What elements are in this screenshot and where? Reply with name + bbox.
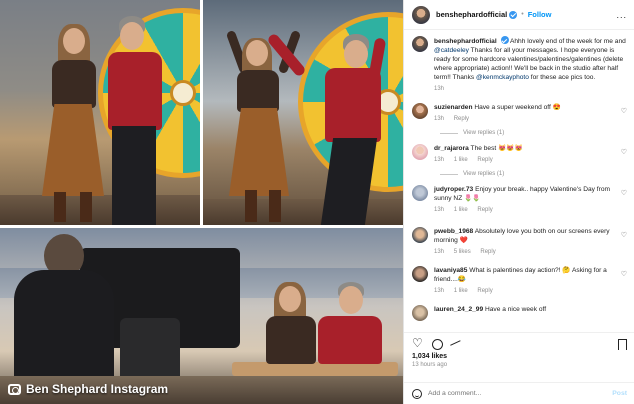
verified-badge-icon [509,10,518,19]
comments-list[interactable]: benshephardofficial Ahhh lovely end of t… [404,30,634,349]
comment-username[interactable]: lavaniya85 [434,267,467,274]
comment-likes[interactable]: 1 like [454,207,468,213]
like-comment-heart-icon[interactable]: ♡ [621,189,627,197]
comment-username[interactable]: dr_rajarora [434,145,469,152]
post-caption: benshephardofficial Ahhh lovely end of t… [412,36,627,94]
comment-username[interactable]: pwebb_1968 [434,228,473,235]
camera-icon [8,383,21,395]
caption-time: 13h [434,86,445,92]
caption-username[interactable]: benshephardofficial [434,38,497,45]
reply-button[interactable]: Reply [454,116,469,122]
avatar[interactable] [412,185,428,201]
like-comment-heart-icon[interactable]: ♡ [621,107,627,115]
comment-likes[interactable]: 1 like [454,288,468,294]
more-options-icon[interactable]: ... [616,10,627,20]
likes-count[interactable]: 1,034 likes [404,351,634,360]
avatar[interactable] [412,266,428,282]
caption-text: Ahhh lovely end of the week for me and [509,38,626,45]
comment-item: suzienarden Have a super weekend off 😍 1… [412,103,627,124]
avatar[interactable] [412,36,428,52]
comment-item: dr_rajarora The best 😻😻😻 13h 1 like Repl… [412,144,627,165]
avatar[interactable] [412,227,428,243]
comment-item: pwebb_1968 Absolutely love you both on o… [412,227,627,257]
photo-collage: Ben Shephard Instagram [0,0,403,404]
comment-item: judyroper.73 Enjoy your break.. happy Va… [412,185,627,215]
comment-text: Have a nice week off [484,306,547,313]
comment-time: 13h [434,288,445,294]
studio-desk [232,362,398,376]
like-comment-heart-icon[interactable]: ♡ [621,270,627,278]
comment-likes[interactable]: 1 like [454,157,468,163]
post-header: benshephardofficial • Follow ... [404,0,634,30]
header-username[interactable]: benshephardofficial [436,10,507,19]
comment-username[interactable]: lauren_24_2_99 [434,306,483,313]
comment-item: lavaniya85 What is palentines day action… [412,266,627,296]
reply-button[interactable]: Reply [477,288,492,294]
comment-time: 13h [434,116,445,122]
separator-dot: • [521,11,524,18]
photo-presenters-wheel-1 [0,0,200,225]
photo-presenters-wheel-2 [203,0,403,225]
reply-button[interactable]: Reply [480,249,495,255]
emoji-smile-icon[interactable] [412,388,422,399]
like-heart-icon[interactable] [412,336,423,350]
view-replies-button[interactable]: View replies (1) [440,171,627,177]
comment-likes[interactable]: 5 likes [454,249,471,255]
bookmark-icon[interactable] [618,339,627,350]
comment-text: Have a super weekend off 😍 [474,104,561,111]
avatar[interactable] [412,305,428,321]
like-comment-heart-icon[interactable]: ♡ [621,231,627,239]
follow-button[interactable]: Follow [528,10,552,19]
photo-credit-text: Ben Shephard Instagram [26,382,169,396]
photo-studio-camera [0,228,403,404]
view-replies-button[interactable]: View replies (1) [440,130,627,136]
comment-time: 13h [434,249,445,255]
comment-item: lauren_24_2_99 Have a nice week off [412,305,627,321]
photo-credit-caption: Ben Shephard Instagram [8,382,168,396]
comment-username[interactable]: suzienarden [434,104,472,111]
post-comment-button[interactable]: Post [612,390,627,397]
mention-link[interactable]: @kenmckayphoto [476,74,529,81]
caption-text: for these ace pics too. [528,74,596,81]
comment-time: 13h [434,207,445,213]
comment-text: The best 😻😻😻 [470,145,523,152]
post-timestamp: 13 hours ago [412,362,448,368]
reply-button[interactable]: Reply [477,157,492,163]
mention-link[interactable]: @catdeeley [434,47,469,54]
add-comment-input[interactable] [428,390,607,397]
verified-badge-icon [500,36,509,44]
comment-icon[interactable] [432,339,443,350]
avatar[interactable] [412,5,430,24]
like-comment-heart-icon[interactable]: ♡ [621,148,627,156]
post-actions: 1,034 likes 13 hours ago Post [404,332,634,404]
comment-time: 13h [434,157,445,163]
avatar[interactable] [412,144,428,160]
instagram-post-panel: benshephardofficial • Follow ... benshep… [403,0,634,404]
comment-username[interactable]: judyroper.73 [434,186,473,193]
reply-button[interactable]: Reply [477,207,492,213]
avatar[interactable] [412,103,428,119]
add-comment-bar: Post [404,382,634,404]
